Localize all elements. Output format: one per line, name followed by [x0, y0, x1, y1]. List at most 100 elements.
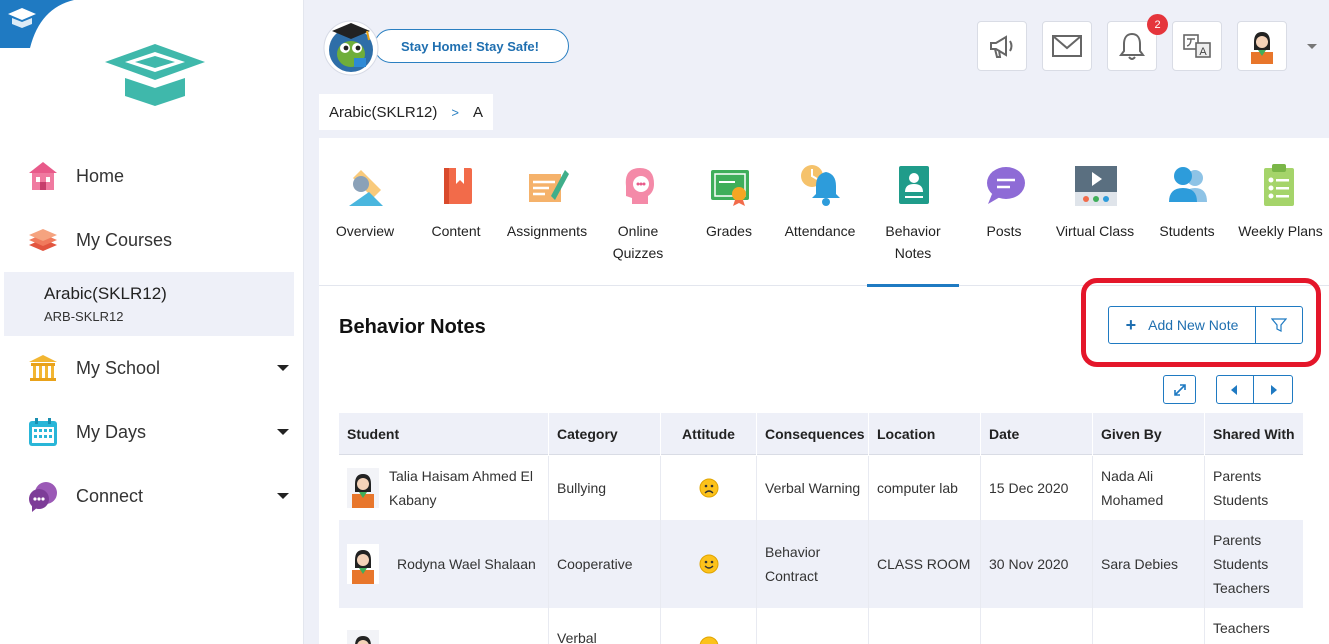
sidebar-course-item[interactable]: Arabic(SKLR12) ARB-SKLR12: [4, 272, 294, 336]
table-row[interactable]: Talia Haisam Ahmed El Kabany Bullying Ve…: [339, 456, 1303, 520]
tab-label: Attendance: [784, 223, 856, 239]
expand-button[interactable]: [1163, 375, 1196, 404]
attendance-bell-icon: [801, 165, 840, 206]
svg-text:A: A: [1199, 46, 1207, 58]
breadcrumb-separator: >: [451, 104, 459, 120]
chevron-down-icon[interactable]: [1307, 44, 1317, 49]
overview-icon: [349, 170, 383, 206]
home-icon: [26, 159, 60, 193]
col-consequences[interactable]: Consequences: [756, 413, 868, 455]
cell-category: Bullying: [548, 456, 660, 520]
assignments-icon: [529, 170, 569, 202]
student-name[interactable]: Rodyna Wael Shalaan: [397, 552, 536, 576]
announcements-button[interactable]: [977, 21, 1027, 71]
tab-label: Grades: [706, 223, 752, 239]
sidebar: Home My Courses Arabic(SKLR12) ARB-SKLR1…: [0, 0, 304, 644]
mascot-avatar: [323, 20, 379, 76]
col-location[interactable]: Location: [868, 413, 980, 455]
nav-my-courses-label: My Courses: [76, 229, 173, 250]
cell-given-by: [1092, 608, 1204, 644]
filter-button[interactable]: [1255, 306, 1303, 344]
chevron-down-icon[interactable]: [277, 365, 289, 371]
plus-icon: +: [1125, 314, 1137, 335]
tab-students[interactable]: Students: [1141, 138, 1233, 286]
tab-behavior-notes[interactable]: Behavior Notes: [867, 138, 959, 287]
expand-icon: [1173, 383, 1186, 396]
shared-with-item: Students: [1213, 492, 1269, 508]
tab-assignments[interactable]: Assignments: [501, 138, 593, 286]
tab-overview[interactable]: Overview: [319, 138, 411, 286]
col-category[interactable]: Category: [548, 413, 660, 455]
cell-consequences: Behavior Contract: [756, 520, 868, 608]
cell-given-by: Sara Debies: [1092, 520, 1204, 608]
filter-icon: [1271, 318, 1287, 332]
cell-category: Verbal: [548, 608, 660, 644]
col-shared-with[interactable]: Shared With: [1204, 413, 1303, 455]
cell-shared-with: Parents Students: [1204, 456, 1303, 520]
breadcrumb: Arabic(SKLR12) > A: [319, 94, 493, 130]
col-student[interactable]: Student: [339, 413, 548, 455]
notification-count-badge: 2: [1147, 14, 1168, 35]
cell-shared-with: Teachers: [1204, 608, 1303, 644]
tab-content[interactable]: Content: [410, 138, 502, 286]
messages-button[interactable]: [1042, 21, 1092, 71]
scroll-left-button[interactable]: [1216, 375, 1254, 404]
course-tabs: Overview Content Assignments Online Quiz…: [319, 138, 1329, 287]
nav-my-courses[interactable]: My Courses: [0, 212, 304, 268]
chevron-right-icon: [1271, 384, 1277, 395]
chevron-down-icon[interactable]: [277, 493, 289, 499]
nav-my-school[interactable]: My School: [0, 340, 304, 396]
shared-with-item: Students: [1213, 556, 1269, 572]
nav-my-days[interactable]: My Days: [0, 404, 304, 460]
add-new-note-button[interactable]: + Add New Note: [1108, 306, 1256, 344]
cell-location: [868, 608, 980, 644]
nav-my-school-label: My School: [76, 357, 161, 378]
nav-connect[interactable]: Connect: [0, 468, 304, 524]
cell-student: Talia Haisam Ahmed El Kabany: [339, 456, 548, 520]
tab-weekly-plans[interactable]: Weekly Plans: [1232, 138, 1329, 286]
language-button[interactable]: A: [1172, 21, 1222, 71]
content-book-icon: [444, 168, 472, 204]
table-header: Student Category Attitude Consequences L…: [339, 413, 1303, 455]
nav-home[interactable]: Home: [0, 148, 304, 204]
chevron-left-icon: [1231, 384, 1237, 395]
chat-icon: [26, 479, 60, 513]
tab-attendance[interactable]: Attendance: [774, 138, 866, 286]
behavior-notes-icon: [899, 166, 929, 204]
shared-with-item: Parents: [1213, 468, 1262, 484]
chevron-down-icon[interactable]: [277, 429, 289, 435]
student-avatar: [347, 630, 379, 644]
cell-student: Rodyna Wael Shalaan: [339, 520, 548, 608]
page-title: Behavior Notes: [339, 316, 486, 338]
tab-virtual-class[interactable]: Virtual Class: [1049, 138, 1141, 286]
app-logo-corner-icon[interactable]: [0, 0, 74, 48]
col-date[interactable]: Date: [980, 413, 1092, 455]
col-attitude[interactable]: Attitude: [660, 413, 756, 455]
tab-posts[interactable]: Posts: [958, 138, 1050, 286]
scroll-right-button[interactable]: [1253, 375, 1293, 404]
user-menu-button[interactable]: [1237, 21, 1287, 71]
tab-online-quizzes[interactable]: Online Quizzes: [592, 138, 684, 286]
translate-icon: A: [1183, 34, 1211, 58]
cell-consequences: Verbal Warning: [756, 456, 868, 520]
megaphone-icon: [990, 35, 1013, 58]
quiz-head-icon: [625, 168, 654, 204]
breadcrumb-section[interactable]: A: [473, 104, 483, 121]
tab-label: Online Quizzes: [612, 223, 664, 261]
tab-grades[interactable]: Grades: [683, 138, 775, 286]
weekly-plans-icon: [1264, 164, 1294, 206]
student-name[interactable]: Talia Haisam Ahmed El Kabany: [389, 464, 548, 512]
calendar-icon: [26, 415, 60, 449]
table-row[interactable]: Rodyna Wael Shalaan Cooperative Behavior…: [339, 520, 1303, 608]
tab-label: Weekly Plans: [1238, 223, 1323, 239]
course-code: ARB-SKLR12: [44, 309, 124, 324]
tab-label: Assignments: [506, 223, 588, 239]
table-row[interactable]: Verbal Teachers: [339, 608, 1303, 644]
mail-icon: [1052, 35, 1082, 57]
school-icon: [26, 351, 60, 385]
stay-safe-banner[interactable]: Stay Home! Stay Safe!: [374, 29, 569, 63]
cell-attitude: [660, 608, 756, 644]
breadcrumb-course[interactable]: Arabic(SKLR12): [329, 104, 437, 121]
tab-label: Students: [1159, 223, 1215, 239]
col-given-by[interactable]: Given By: [1092, 413, 1204, 455]
